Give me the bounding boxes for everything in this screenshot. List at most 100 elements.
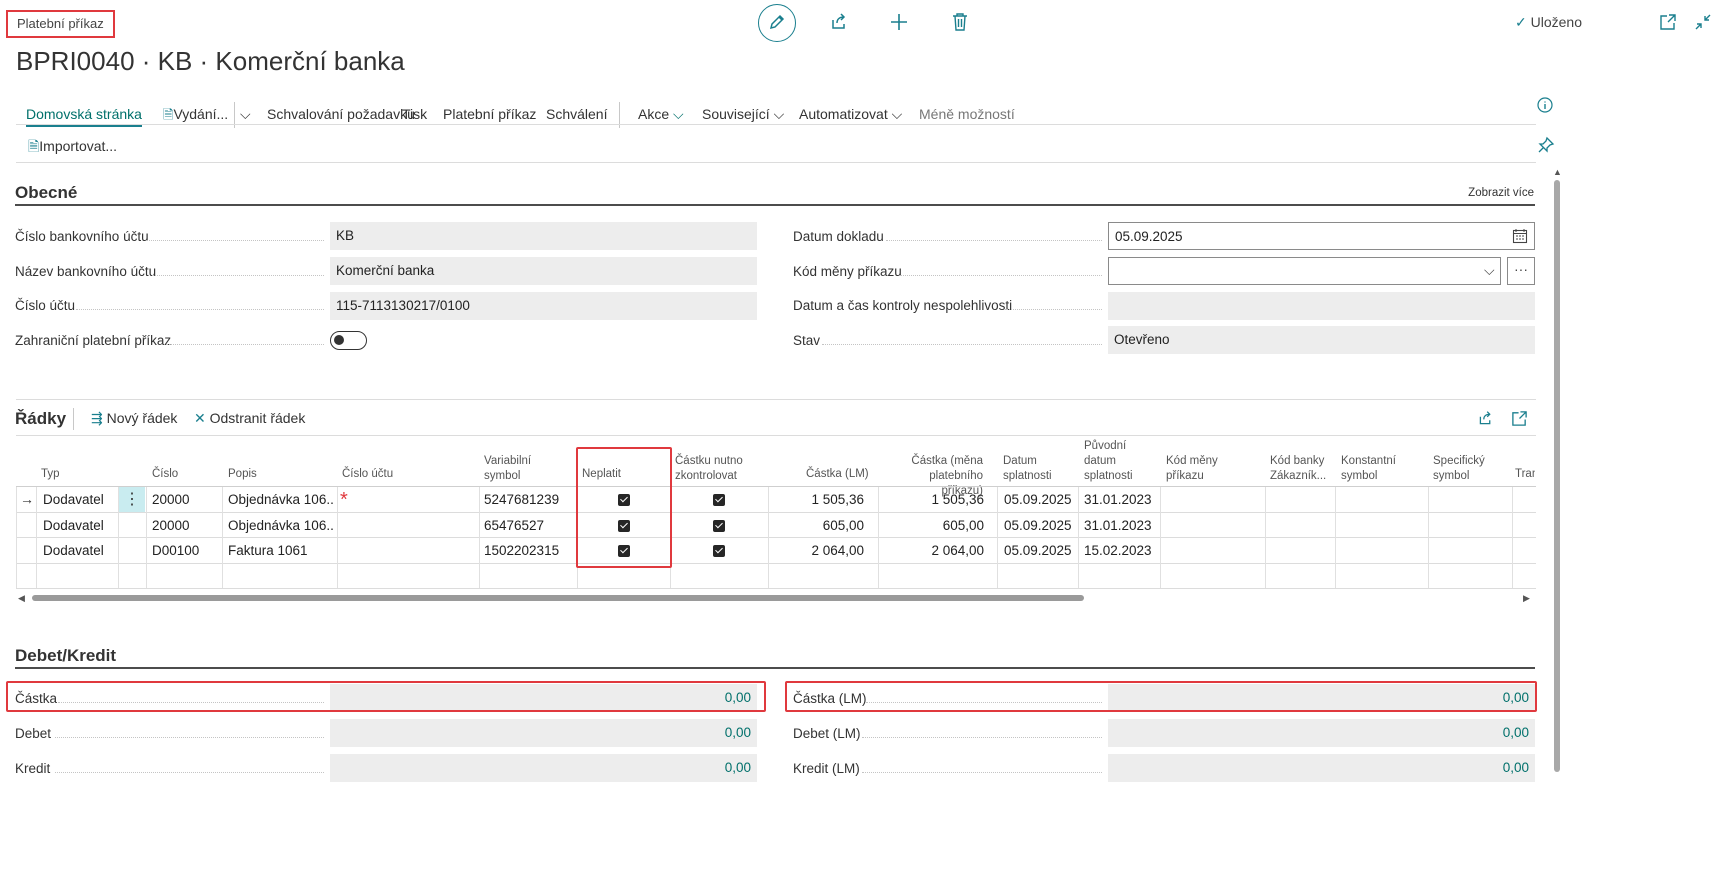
new-line-button[interactable]: ⇶ Nový řádek xyxy=(91,410,177,427)
col-header-specific-symbol[interactable]: Specifický symbol xyxy=(1433,454,1485,484)
cell-amount-currency[interactable]: 2 064,00 xyxy=(931,543,984,558)
vertical-ellipsis-icon: ⋮ xyxy=(124,491,140,508)
cell-type[interactable]: Dodavatel xyxy=(43,543,104,558)
import-button[interactable]: 🗎Importovat... xyxy=(28,136,117,160)
required-asterisk-icon: * xyxy=(340,489,348,511)
foreign-payment-order-toggle[interactable] xyxy=(330,331,367,350)
bank-account-name-field[interactable]: Komerční banka xyxy=(330,257,757,285)
menu-automate[interactable]: Automatizovat ⌵ xyxy=(799,106,902,123)
calendar-button[interactable] xyxy=(1512,228,1528,244)
col-header-due-date[interactable]: Datum splatnosti xyxy=(1003,454,1052,484)
cell-original-due-date[interactable]: 31.01.2023 xyxy=(1084,518,1152,533)
amount-check-checkbox[interactable] xyxy=(713,520,725,532)
col-header-amount-lcy[interactable]: Částka (LM) xyxy=(806,467,869,482)
cell-type[interactable]: Dodavatel xyxy=(43,518,104,533)
menu-payment-order[interactable]: Platební příkaz xyxy=(443,106,536,122)
menu-approval-request[interactable]: Schvalování požadavku xyxy=(267,106,415,122)
grid-column-divider xyxy=(1512,487,1513,588)
col-header-variable-symbol[interactable]: Variabilní symbol xyxy=(484,454,531,484)
pin-icon xyxy=(1538,136,1555,153)
credit-field[interactable]: 0,00 xyxy=(330,754,757,782)
status-label: Stav xyxy=(793,333,821,348)
credit-lcy-field[interactable]: 0,00 xyxy=(1108,754,1535,782)
cell-type[interactable]: Dodavatel xyxy=(43,492,104,507)
col-header-currency-code[interactable]: Kód měny příkazu xyxy=(1166,454,1218,484)
section-general-title[interactable]: Obecné xyxy=(15,183,77,203)
cell-original-due-date[interactable]: 31.01.2023 xyxy=(1084,492,1152,507)
breadcrumb[interactable]: Platební příkaz xyxy=(6,10,115,38)
cell-amount-lcy[interactable]: 2 064,00 xyxy=(811,543,864,558)
col-header-description[interactable]: Popis xyxy=(228,467,257,482)
section-debit-credit-title[interactable]: Debet/Kredit xyxy=(15,646,116,666)
cell-description[interactable]: Objednávka 106... xyxy=(228,518,333,533)
scroll-left-icon[interactable]: ◀ xyxy=(18,593,25,604)
col-header-amount-check[interactable]: Částku nutno zkontrolovat xyxy=(675,454,743,484)
cell-due-date[interactable]: 05.09.2025 xyxy=(1004,492,1072,507)
col-header-type[interactable]: Typ xyxy=(41,467,60,482)
share-icon xyxy=(1479,411,1491,425)
menu-actions[interactable]: Akce ⌵ xyxy=(638,106,684,123)
cell-description[interactable]: Faktura 1061 xyxy=(228,543,333,558)
import-file-icon: 🗎 xyxy=(28,138,40,154)
grid-column-divider xyxy=(1160,487,1161,588)
cell-number[interactable]: 20000 xyxy=(152,518,190,533)
cell-amount-lcy[interactable]: 1 505,36 xyxy=(811,492,864,507)
account-no-field[interactable]: 115-7113130217/0100 xyxy=(330,292,757,320)
delete-button[interactable] xyxy=(951,12,969,32)
document-date-field[interactable]: 05.09.2025 xyxy=(1108,222,1535,250)
calendar-icon xyxy=(1512,229,1528,244)
amount-check-checkbox[interactable] xyxy=(713,494,725,506)
menu-related[interactable]: Související ⌵ xyxy=(702,106,784,123)
reliability-check-field[interactable] xyxy=(1108,292,1535,320)
col-header-number[interactable]: Číslo xyxy=(152,467,178,482)
cell-due-date[interactable]: 05.09.2025 xyxy=(1004,543,1072,558)
menu-fewer-options[interactable]: Méně možností xyxy=(919,106,1015,122)
collapse-button[interactable] xyxy=(1694,13,1712,31)
expand-lines-button[interactable] xyxy=(1511,410,1528,427)
horizontal-scrollbar-thumb[interactable] xyxy=(32,595,1084,601)
menu-approval[interactable]: Schválení xyxy=(546,106,607,122)
cell-original-due-date[interactable]: 15.02.2023 xyxy=(1084,543,1152,558)
pin-button[interactable] xyxy=(1537,136,1555,154)
info-button[interactable] xyxy=(1537,97,1553,113)
cell-variable-symbol[interactable]: 5247681239 xyxy=(484,492,559,507)
col-header-original-due-date[interactable]: Původní datum splatnosti xyxy=(1084,439,1133,484)
cell-variable-symbol[interactable]: 65476527 xyxy=(484,518,544,533)
amount-check-checkbox[interactable] xyxy=(713,545,725,557)
delete-line-button[interactable]: ✕ Odstranit řádek xyxy=(194,410,305,427)
vertical-scrollbar-thumb[interactable] xyxy=(1554,180,1560,772)
cell-amount-currency[interactable]: 605,00 xyxy=(943,518,984,533)
menu-print[interactable]: Tisk xyxy=(402,106,427,122)
debit-field[interactable]: 0,00 xyxy=(330,719,757,747)
bank-account-no-field[interactable]: KB xyxy=(330,222,757,250)
more-options-button[interactable]: ··· xyxy=(1507,257,1535,285)
open-new-window-button[interactable] xyxy=(1659,13,1677,31)
col-header-constant-symbol[interactable]: Konstantní symbol xyxy=(1341,454,1396,484)
scroll-up-icon[interactable]: ▲ xyxy=(1553,167,1562,177)
cell-amount-currency[interactable]: 1 505,36 xyxy=(931,492,984,507)
row-menu-button[interactable]: ⋮ xyxy=(119,487,145,512)
cell-number[interactable]: 20000 xyxy=(152,492,190,507)
cell-variable-symbol[interactable]: 1502202315 xyxy=(484,543,559,558)
edit-button[interactable] xyxy=(758,4,796,42)
col-header-bank-code[interactable]: Kód banky Zákazník... xyxy=(1270,454,1326,484)
cell-description[interactable]: Objednávka 106... xyxy=(228,492,333,507)
status-field[interactable]: Otevřeno xyxy=(1108,326,1535,354)
grid-column-divider xyxy=(36,487,37,588)
section-lines-title[interactable]: Řádky xyxy=(15,409,66,429)
cell-due-date[interactable]: 05.09.2025 xyxy=(1004,518,1072,533)
col-header-transaction[interactable]: Tran xyxy=(1515,467,1535,482)
grid-column-divider xyxy=(878,487,879,588)
cell-number[interactable]: D00100 xyxy=(152,543,199,558)
share-button[interactable] xyxy=(829,12,849,32)
share-lines-button[interactable] xyxy=(1477,410,1494,427)
debit-lcy-field[interactable]: 0,00 xyxy=(1108,719,1535,747)
scroll-right-icon[interactable]: ▶ xyxy=(1523,593,1530,604)
col-header-account-no[interactable]: Číslo účtu xyxy=(342,467,393,482)
currency-code-select[interactable] xyxy=(1108,257,1501,285)
cell-amount-lcy[interactable]: 605,00 xyxy=(823,518,864,533)
show-more-link[interactable]: Zobrazit více xyxy=(1468,187,1534,199)
share-icon xyxy=(832,13,846,29)
menu-release-dropdown[interactable]: ⌵ xyxy=(240,106,251,123)
new-button[interactable] xyxy=(889,12,909,32)
